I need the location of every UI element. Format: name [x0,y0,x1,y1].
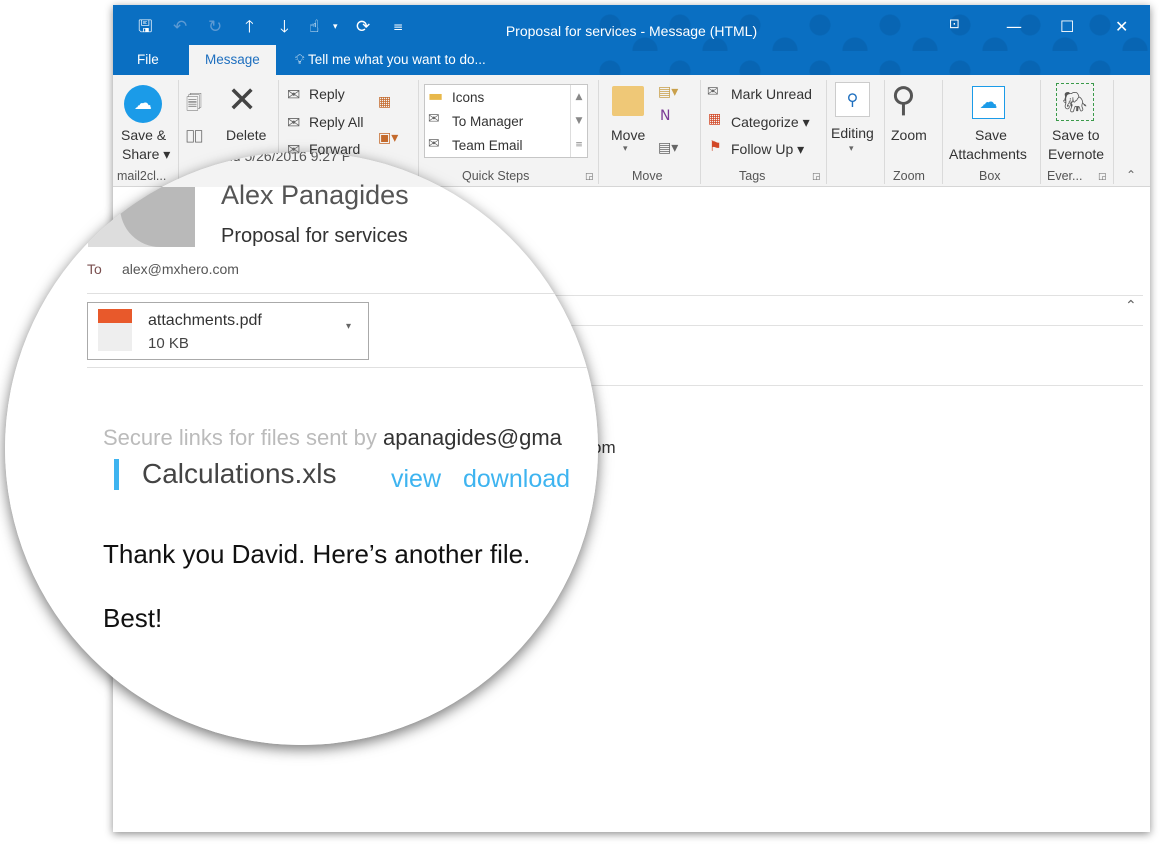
zoom-magnifier-icon[interactable]: ⚲ [891,80,916,120]
magnifier-lens: nd 5/26/2016 9:27 P Alex Panagides Propo… [5,152,598,745]
group-tags: Tags [739,169,766,183]
tab-file[interactable]: File [137,45,159,75]
download-link[interactable]: download [463,465,570,494]
secure-sender: apanagides@gma [383,425,562,450]
follow-up-flag-icon: ⚑ [709,139,722,155]
evernote-dialog-launcher-icon[interactable]: ◲ [1098,172,1107,182]
group-evernote: Ever... [1047,169,1083,183]
close-icon[interactable]: ✕ [1115,17,1128,36]
more-respond-icon[interactable]: ▣▾ [378,130,398,146]
categorize-icon: ▦ [708,111,722,127]
message-subject: Proposal for services [221,225,408,247]
ribbon-display-icon[interactable]: ⊡ [949,17,960,32]
view-link[interactable]: view [391,465,441,494]
maximize-icon[interactable]: ☐ [1060,17,1074,36]
title-pattern [590,5,1150,75]
secure-file-name: Calculations.xls [142,458,337,489]
team-email-icon: ✉ [428,136,440,152]
body-line-1: Thank you David. Here’s another file. [103,539,531,569]
move-button[interactable]: Move [611,127,645,143]
tell-me-label: Tell me what you want to do... [307,52,486,67]
ignore-icon[interactable]: 🗐 [186,92,202,119]
reply-icon: ✉ [287,85,301,104]
save-evernote-label2[interactable]: Evernote [1048,146,1104,162]
to-manager-icon: ✉ [428,111,440,127]
group-box: Box [979,169,1001,183]
box-upload-icon[interactable]: ☁ [972,86,1005,119]
group-move: Move [632,169,663,183]
move-dropdown-icon[interactable]: ▾ [623,144,628,154]
follow-up-button[interactable]: Follow Up ▾ [731,141,804,158]
tab-message[interactable]: Message [189,45,276,75]
recipient[interactable]: alex@mxhero.com [122,261,239,277]
dialog-launcher-icon[interactable]: ◲ [585,172,594,182]
editing-dropdown-icon[interactable]: ▾ [849,144,854,154]
mark-unread-icon: ✉ [707,84,719,100]
move-folder-icon[interactable] [612,86,644,116]
reply-button[interactable]: Reply [309,86,345,102]
evernote-elephant-icon[interactable]: 🐘︎ [1056,83,1094,121]
delete-icon[interactable]: ✕ [227,80,257,121]
quick-step-to-manager[interactable]: To Manager [452,114,523,129]
reply-all-button[interactable]: Reply All [309,114,363,130]
meeting-icon[interactable]: ▦ [378,94,391,110]
group-zoom: Zoom [893,169,925,183]
secure-links-label: Secure links for files sent by [103,425,384,450]
file-accent-bar [114,459,119,490]
categorize-button[interactable]: Categorize ▾ [731,114,810,131]
forward-icon: ✉ [287,140,301,159]
attachment-dropdown-icon[interactable]: ▾ [346,321,351,332]
zoom-button[interactable]: Zoom [891,127,927,143]
save-evernote-label[interactable]: Save to [1052,127,1099,143]
group-quick-steps: Quick Steps [462,169,530,183]
rules-icon[interactable]: ▤▾ [658,84,678,100]
attachment-name: attachments.pdf [148,312,262,329]
junk-icon[interactable]: 👤⃠ [186,128,203,144]
quick-step-icons[interactable]: Icons [452,90,484,105]
collapse-header-icon[interactable]: ⌃ [1125,298,1137,314]
quick-steps-scroll[interactable]: ▲ ▼ ≡ [570,85,587,157]
delete-button[interactable]: Delete [226,127,266,143]
forward-button[interactable]: Forward [309,141,360,157]
minimize-icon[interactable]: — [1006,17,1022,36]
save-attachments-label[interactable]: Save [975,127,1007,143]
editing-button[interactable]: Editing [831,125,874,141]
sender-name[interactable]: Alex Panagides [221,180,409,211]
lightbulb-icon: 💡︎ [295,52,308,67]
quick-step-team-email[interactable]: Team Email [452,138,523,153]
mark-unread-button[interactable]: Mark Unread [731,86,812,102]
onenote-icon[interactable]: N [660,108,670,124]
secure-links-line: Secure links for files sent by apanagide… [103,425,562,451]
window-title: Proposal for services - Message (HTML) [505,23,758,39]
actions-icon[interactable]: ▤▾ [658,140,678,156]
reply-all-icon: ✉ [287,113,301,132]
attachment-card[interactable]: attachments.pdf 10 KB ▾ [87,302,369,360]
body-line-2: Best! [103,603,163,633]
save-share-button-icon[interactable]: ☁ [124,85,162,123]
editing-search-icon[interactable]: ⚲ [835,82,870,117]
collapse-ribbon-icon[interactable]: ⌃ [1126,168,1136,182]
pdf-file-icon [98,309,132,351]
attachment-size: 10 KB [148,335,189,352]
save-share-label[interactable]: Save & [121,127,166,143]
to-label: To [87,261,102,277]
folder-icon: ▬ [428,86,444,105]
tags-dialog-launcher-icon[interactable]: ◲ [812,172,821,182]
tell-me-search[interactable]: 💡︎ Tell me what you want to do... [295,45,486,75]
group-mail2cloud: mail2cl... [117,169,167,183]
save-attachments-label2[interactable]: Attachments [949,146,1027,162]
